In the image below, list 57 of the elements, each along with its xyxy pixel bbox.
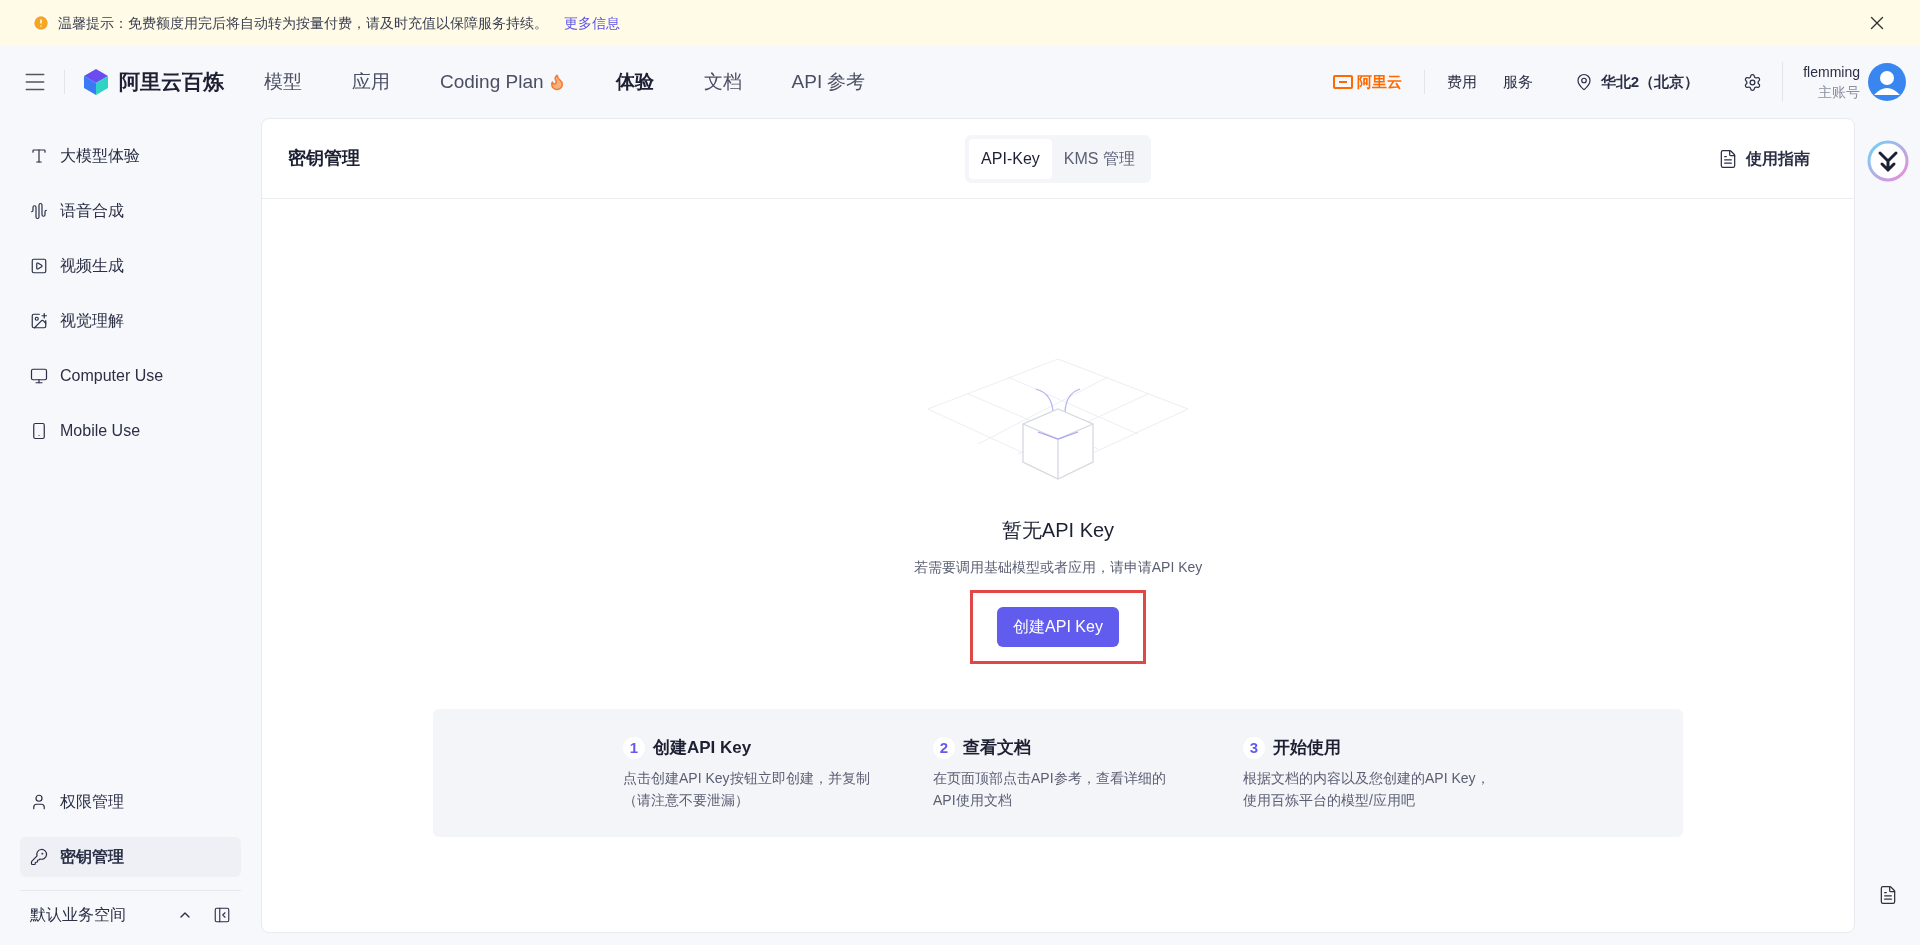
- nav-tab[interactable]: 模型: [264, 67, 302, 97]
- empty-description: 若需要调用基础模型或者应用，请申请API Key: [913, 558, 1203, 577]
- user-name: flemming: [1803, 63, 1860, 82]
- bracket-icon: [1332, 75, 1353, 89]
- text-icon: [30, 147, 48, 165]
- nav-tab[interactable]: 文档: [703, 67, 742, 97]
- guide-link[interactable]: 使用指南: [1718, 146, 1810, 171]
- settings-icon[interactable]: [1743, 72, 1763, 92]
- step-description: 点击创建API Key按钮立即创建，并复制（请注意不要泄漏）: [623, 768, 871, 810]
- document-icon: [1718, 148, 1738, 169]
- sidebar-item[interactable]: 视觉理解: [20, 301, 241, 341]
- tab[interactable]: API-Key: [969, 138, 1052, 179]
- card-title: 密钥管理: [288, 147, 361, 170]
- assistant-icon[interactable]: [1866, 140, 1909, 182]
- step-title: 创建API Key: [653, 737, 752, 759]
- step-description: 在页面顶部点击API参考，查看详细的API使用文档: [933, 768, 1167, 810]
- header-link[interactable]: 服务: [1502, 70, 1533, 94]
- sidebar-item[interactable]: Computer Use: [20, 356, 241, 396]
- sidebar-item[interactable]: Mobile Use: [20, 411, 241, 451]
- sidebar-item[interactable]: 视频生成: [20, 246, 241, 286]
- step-description: 根据文档的内容以及您创建的API Key，使用百炼平台的模型/应用吧: [1243, 768, 1491, 810]
- nav-tab[interactable]: API 参考: [791, 67, 866, 97]
- region-selector[interactable]: 华北2（北京）: [1574, 70, 1700, 94]
- brand-name: 阿里云百炼: [119, 69, 224, 96]
- collapse-sidebar-icon[interactable]: [213, 906, 231, 924]
- workspace-name: 默认业务空间: [30, 905, 127, 925]
- waveform-icon: [30, 202, 48, 220]
- sidebar-item[interactable]: 语音合成: [20, 191, 241, 231]
- step-number: 1: [623, 736, 645, 759]
- sidebar-item[interactable]: 权限管理: [20, 782, 241, 822]
- header-link[interactable]: 费用: [1446, 70, 1477, 94]
- user-icon: [30, 793, 48, 811]
- warning-icon: [32, 14, 50, 32]
- key-icon: [30, 848, 48, 866]
- sidebar-item[interactable]: 大模型体验: [20, 136, 241, 176]
- nav-tab[interactable]: 体验: [615, 67, 654, 97]
- phone-icon: [30, 422, 48, 440]
- logo-icon: [81, 67, 111, 97]
- empty-title: 暂无API Key: [1001, 518, 1115, 543]
- step-title: 开始使用: [1273, 737, 1341, 759]
- create-api-key-button[interactable]: 创建API Key: [997, 607, 1119, 647]
- step-number: 2: [933, 736, 955, 759]
- location-icon: [1574, 73, 1593, 91]
- nav-tab[interactable]: Coding Plan: [440, 67, 566, 97]
- nav-tab[interactable]: 应用: [352, 67, 390, 97]
- step-title: 查看文档: [963, 737, 1031, 759]
- account-role: 主账号: [1818, 83, 1860, 102]
- more-info-link[interactable]: 更多信息: [564, 12, 620, 34]
- video-icon: [30, 257, 48, 275]
- monitor-icon: [30, 367, 48, 385]
- image-icon: [30, 312, 48, 330]
- step-number: 3: [1243, 736, 1265, 759]
- tab[interactable]: KMS 管理: [1051, 138, 1147, 179]
- avatar[interactable]: [1868, 63, 1906, 101]
- cloud-logo: 阿里云: [1332, 70, 1402, 94]
- notice-text: 温馨提示：免费额度用完后将自动转为按量付费，请及时充值以保障服务持续。: [58, 13, 548, 33]
- sidebar-item[interactable]: 密钥管理: [20, 837, 241, 877]
